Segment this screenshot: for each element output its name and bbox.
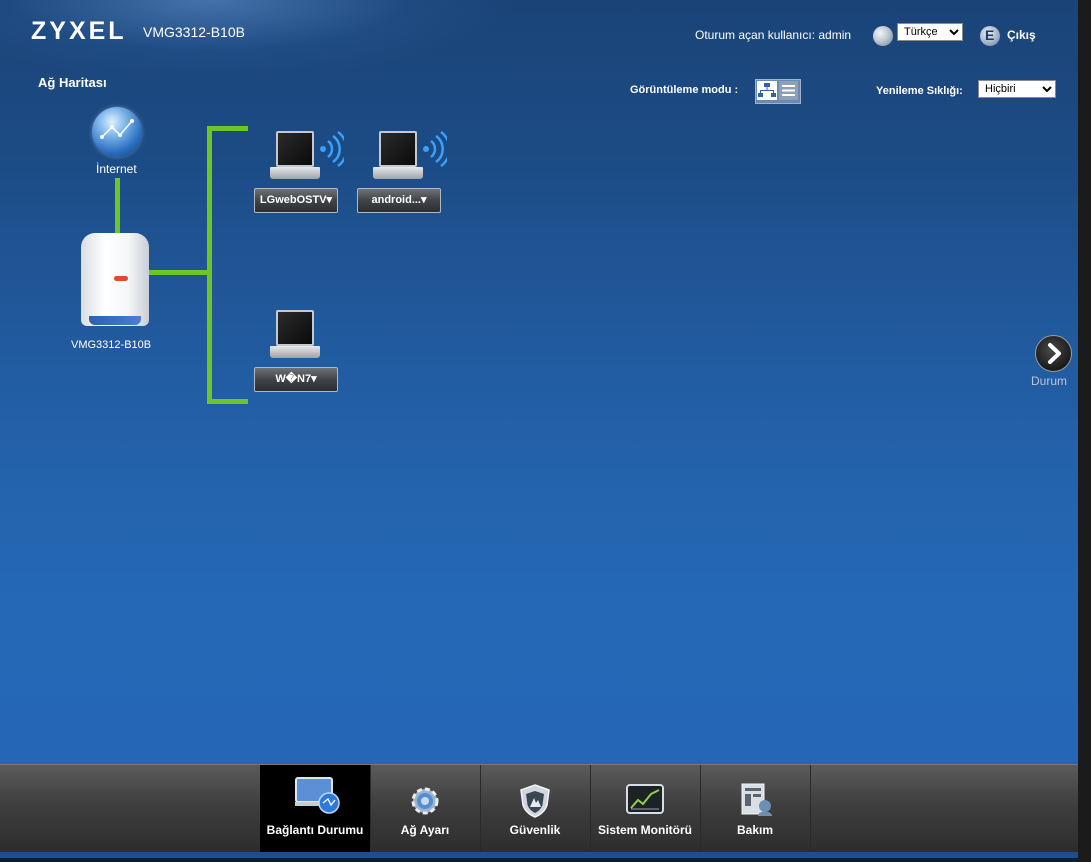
- tab-label: Güvenlik: [509, 823, 561, 837]
- tab-security[interactable]: Güvenlik: [480, 765, 591, 854]
- model-name: VMG3312-B10B: [143, 24, 245, 40]
- main-stage: ZYXEL VMG3312-B10B Oturum açan kullanıcı…: [0, 0, 1078, 858]
- network-status-icon: [295, 777, 340, 814]
- wifi-icon: [423, 131, 447, 167]
- footer-strip: [0, 852, 1078, 858]
- durum-label[interactable]: Durum: [1031, 374, 1067, 388]
- device-button[interactable]: LGwebOSTV▾: [254, 188, 338, 213]
- router-led: [114, 276, 128, 281]
- list-view-icon[interactable]: [779, 81, 798, 100]
- chevron-right-icon: [1048, 343, 1061, 364]
- refresh-rate-select[interactable]: Hiçbiri: [978, 80, 1056, 98]
- tab-system-monitor[interactable]: Sistem Monitörü: [590, 765, 701, 854]
- refresh-rate-label: Yenileme Sıklığı:: [876, 85, 963, 97]
- monitor-chart-icon: [626, 784, 664, 814]
- bottom-nav: Bağlantı Durumu Ağ Ayarı Güvenlik Sistem…: [0, 764, 1078, 855]
- tab-label: Ağ Ayarı: [400, 823, 450, 837]
- tab-label: Sistem Monitörü: [597, 823, 692, 837]
- tab-network-settings[interactable]: Ağ Ayarı: [370, 765, 481, 854]
- device-button[interactable]: android...▾: [357, 188, 441, 213]
- shield-icon: [520, 784, 550, 818]
- wifi-icon: [320, 131, 344, 167]
- tab-maintenance[interactable]: Bakım: [700, 765, 811, 854]
- logged-in-user: Oturum açan kullanıcı: admin: [695, 28, 852, 42]
- tab-label: Bakım: [736, 823, 774, 837]
- device-button[interactable]: W�N7▾: [254, 367, 338, 392]
- tab-connection-status[interactable]: Bağlantı Durumu: [260, 765, 371, 854]
- durum-arrow-button[interactable]: [1035, 335, 1072, 372]
- lan-bottom-branch: [207, 399, 248, 404]
- internet-link-line: [115, 178, 120, 236]
- page-title: Ağ Haritası: [38, 75, 107, 90]
- internet-globe-icon[interactable]: [92, 107, 142, 157]
- tab-label: Bağlantı Durumu: [266, 823, 364, 837]
- zyxel-logo: ZYXEL: [31, 17, 127, 45]
- window-edge: [1078, 0, 1091, 862]
- internet-label: İnternet: [96, 162, 137, 176]
- router-label: VMG3312-B10B: [71, 339, 152, 351]
- lan-bus-line: [207, 126, 212, 404]
- router-stand: [89, 316, 141, 325]
- laptop-icon[interactable]: [270, 131, 320, 183]
- lan-top-branch: [207, 126, 248, 131]
- laptop-icon[interactable]: [270, 310, 320, 362]
- gear-icon: [411, 787, 439, 815]
- laptop-icon[interactable]: [373, 131, 423, 183]
- language-globe-icon: [873, 26, 893, 46]
- language-select[interactable]: Türkçe: [897, 23, 963, 41]
- lan-link-line: [149, 270, 211, 275]
- logout-icon[interactable]: [980, 26, 1000, 46]
- view-mode-toggle: [755, 79, 801, 104]
- view-mode-label: Görüntüleme modu :: [630, 84, 739, 96]
- map-view-icon[interactable]: [757, 81, 777, 100]
- logout-link[interactable]: Çıkış: [1007, 28, 1036, 42]
- maintenance-icon: [741, 783, 772, 816]
